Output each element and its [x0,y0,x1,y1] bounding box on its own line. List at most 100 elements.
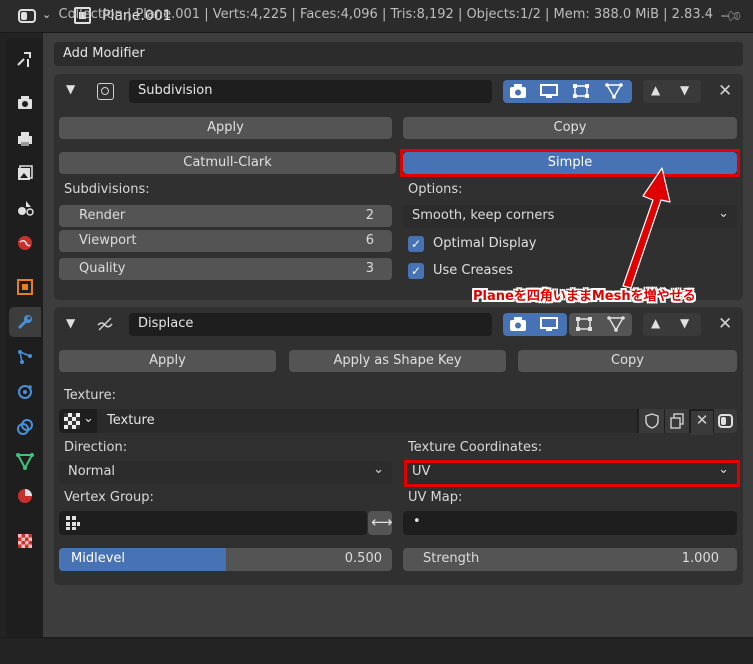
toggle-icon[interactable] [714,409,737,433]
optimal-display-label: Optimal Display [433,236,537,251]
uv-map-label: UV Map: [408,490,463,505]
quality-label: Quality [79,261,126,276]
subdivision-modifier-icon [97,83,114,100]
physics-tab-icon[interactable] [9,377,41,407]
fake-user-shield-icon[interactable] [639,409,664,433]
move-down-icon[interactable]: ▼ [680,316,689,330]
move-modifier-group: ▲ ▼ [643,313,701,336]
apply-button[interactable]: Apply [59,117,392,139]
displace-modifier-panel [54,307,743,585]
status-bar [0,637,753,664]
vertex-group-label: Vertex Group: [64,490,154,505]
annotation-text: Planeを四角いままMeshを増やせる [473,289,696,304]
direction-label: Direction: [64,440,128,455]
strength-label: Strength [423,551,480,566]
constraints-tab-icon[interactable] [9,412,41,442]
viewport-toggle-icon[interactable] [540,83,558,99]
checker-texture-icon[interactable] [64,413,80,429]
render-toggle-icon[interactable] [509,83,527,99]
object-tab-icon[interactable] [9,272,41,302]
options-label: Options: [408,182,463,197]
quality-slider[interactable]: Quality 3 [59,258,392,280]
output-tab-icon[interactable] [9,124,41,154]
unlink-icon[interactable]: ✕ [691,411,713,435]
chevron-down-icon: ⌄ [83,411,94,426]
collapse-arrow-icon[interactable]: ▼ [66,316,75,330]
viewport-levels-slider[interactable]: Viewport 6 [59,230,392,252]
render-levels-label: Render [79,208,126,223]
viewport-levels-label: Viewport [79,233,137,248]
cage-toggle-icon[interactable] [607,316,625,332]
remove-modifier-icon[interactable]: ✕ [718,81,732,101]
texture-tab-icon[interactable] [9,526,41,556]
world-tab-icon[interactable] [9,228,41,258]
editor-type-toggle-icon [18,9,36,23]
particles-tab-icon[interactable] [9,342,41,372]
material-tab-icon[interactable] [9,481,41,511]
vertex-group-icon [65,515,81,531]
displace-name-field[interactable]: Displace [129,313,492,336]
subdivision-name-text: Subdivision [138,83,213,98]
add-modifier-label: Add Modifier [63,46,145,61]
add-modifier-dropdown[interactable]: Add Modifier [54,42,743,66]
move-up-icon[interactable]: ▲ [651,316,660,330]
data-tab-icon[interactable] [9,446,41,476]
displace-modifier-icon [96,315,114,333]
scene-tab-icon[interactable] [9,193,41,223]
displace-name-text: Displace [138,316,194,331]
status-bar-text: Collection | Plane.001 | Verts:4,225 | F… [58,7,713,22]
copy-button[interactable]: Copy [403,117,737,139]
midlevel-label: Midlevel [71,551,125,566]
render-levels-slider[interactable]: Render 2 [59,205,392,227]
tool-tab-icon[interactable] [9,44,41,74]
editmode-toggle-icon[interactable] [572,83,590,99]
copy-button[interactable]: Copy [518,350,737,372]
vertex-group-field[interactable] [59,511,367,535]
subdivisions-label: Subdivisions: [64,182,150,197]
move-up-icon[interactable]: ▲ [651,83,660,97]
texture-selector[interactable]: ⌄ Texture ✕ [59,409,737,435]
displace-visibility-group [503,313,567,336]
chevron-down-icon: ⌄ [718,206,729,221]
cage-toggle-icon[interactable] [605,83,623,99]
uv-map-field[interactable]: • [403,511,737,535]
texture-name-field[interactable]: Texture [97,409,637,433]
render-toggle-icon[interactable] [509,316,527,332]
use-creases-checkbox[interactable]: ✓ [408,263,424,279]
annotation-arrow [622,167,671,289]
chevron-down-icon: ⌄ [42,8,52,21]
invert-vertex-group-icon[interactable]: ⟷ [368,511,393,535]
collapse-arrow-icon[interactable]: ▼ [66,82,75,96]
texture-name-text: Texture [107,413,155,428]
subdivision-visibility-group [503,80,632,103]
apply-as-shape-key-button[interactable]: Apply as Shape Key [289,350,506,372]
direction-dropdown[interactable]: Normal ⌄ [59,461,392,484]
move-modifier-group: ▲ ▼ [643,80,701,103]
view-layer-tab-icon[interactable] [9,158,41,188]
optimal-display-checkbox[interactable]: ✓ [408,236,424,252]
quality-value: 3 [365,261,374,276]
midlevel-slider[interactable]: Midlevel 0.500 [59,548,392,571]
uv-smooth-value: Smooth, keep corners [412,208,555,223]
remove-modifier-icon[interactable]: ✕ [718,314,732,334]
editor-type-button[interactable]: ⌄ [12,5,58,27]
subdivision-name-field[interactable]: Subdivision [129,80,492,103]
render-levels-value: 2 [365,208,374,223]
annotation-highlight-uv [404,460,740,487]
viewport-toggle-icon[interactable] [540,316,558,332]
catmull-clark-button[interactable]: Catmull-Clark [59,152,396,174]
apply-button[interactable]: Apply [59,350,276,372]
viewport-levels-value: 6 [365,233,374,248]
texture-coordinates-label: Texture Coordinates: [408,440,543,455]
strength-value: 1.000 [681,551,719,566]
use-creases-label: Use Creases [433,263,514,278]
direction-value: Normal [68,464,116,479]
move-down-icon[interactable]: ▼ [680,83,689,97]
midlevel-value: 0.500 [344,551,382,566]
modifiers-tab-icon[interactable] [9,307,41,337]
uv-map-value: • [413,514,421,529]
strength-slider[interactable]: Strength 1.000 [403,548,737,571]
render-tab-icon[interactable] [9,88,41,118]
editmode-toggle-icon[interactable] [575,316,593,332]
duplicate-icon[interactable] [665,409,689,433]
